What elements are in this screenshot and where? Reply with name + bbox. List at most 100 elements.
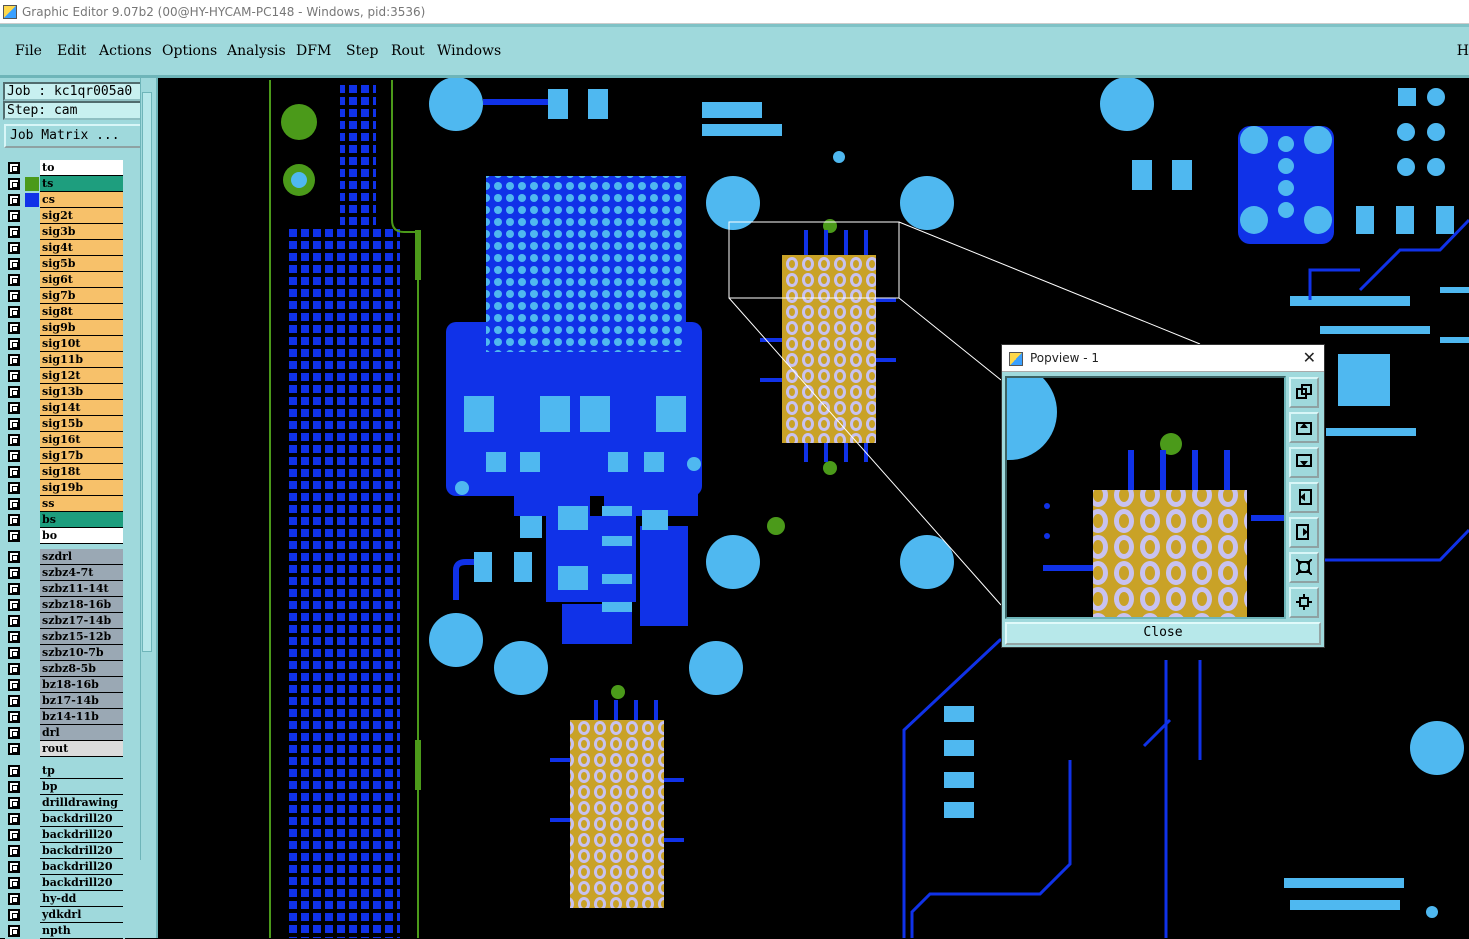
scrollbar-thumb[interactable] (142, 92, 152, 652)
layer-name[interactable]: szbz18-16b (40, 597, 123, 613)
layer-name[interactable]: sig8t (40, 304, 123, 320)
layer-row[interactable]: bo (5, 528, 125, 544)
layer-row[interactable]: ydkdrl (5, 907, 125, 923)
layer-row[interactable]: hy-dd (5, 891, 125, 907)
zoom-in-button[interactable] (1289, 552, 1319, 583)
layer-name[interactable]: drl (40, 725, 123, 741)
layer-checkbox[interactable] (8, 909, 20, 921)
layer-name[interactable]: szbz17-14b (40, 613, 123, 629)
layer-row[interactable]: szbz15-12b (5, 629, 125, 645)
layer-row[interactable]: backdrill20 (5, 827, 125, 843)
layer-checkbox[interactable] (8, 530, 20, 542)
layer-name[interactable]: backdrill20 (40, 875, 123, 891)
layer-checkbox[interactable] (8, 322, 20, 334)
layer-checkbox[interactable] (8, 210, 20, 222)
menu-step[interactable]: Step (346, 43, 378, 59)
layer-name[interactable]: rout (40, 741, 123, 757)
layer-checkbox[interactable] (8, 925, 20, 937)
layer-name[interactable]: sig16t (40, 432, 123, 448)
layer-row[interactable]: sig13b (5, 384, 125, 400)
layer-row[interactable]: ss (5, 496, 125, 512)
zoom-home-button[interactable] (1289, 377, 1319, 408)
layer-checkbox[interactable] (8, 178, 20, 190)
layer-row[interactable]: szbz11-14t (5, 581, 125, 597)
layer-checkbox[interactable] (8, 354, 20, 366)
layer-name[interactable]: backdrill20 (40, 843, 123, 859)
layer-checkbox[interactable] (8, 418, 20, 430)
layer-checkbox[interactable] (8, 781, 20, 793)
layer-checkbox[interactable] (8, 306, 20, 318)
pan-up-button[interactable] (1289, 412, 1319, 443)
layer-row[interactable]: to (5, 160, 125, 176)
menu-analysis[interactable]: Analysis (227, 43, 286, 59)
layer-name[interactable]: bz17-14b (40, 693, 123, 709)
layer-checkbox[interactable] (8, 402, 20, 414)
layer-row[interactable]: szbz10-7b (5, 645, 125, 661)
layer-name[interactable]: szbz11-14t (40, 581, 123, 597)
layer-checkbox[interactable] (8, 290, 20, 302)
layer-name[interactable]: sig4t (40, 240, 123, 256)
layer-name[interactable]: sig9b (40, 320, 123, 336)
layer-name[interactable]: drilldrawing (40, 795, 123, 811)
menu-file[interactable]: File (15, 43, 42, 59)
layer-row[interactable]: bz17-14b (5, 693, 125, 709)
layer-name[interactable]: bz14-11b (40, 709, 123, 725)
layer-checkbox[interactable] (8, 370, 20, 382)
layer-checkbox[interactable] (8, 514, 20, 526)
pan-down-button[interactable] (1289, 447, 1319, 478)
layer-checkbox[interactable] (8, 567, 20, 579)
layer-checkbox[interactable] (8, 743, 20, 755)
layer-row[interactable]: npth (5, 923, 125, 939)
layer-row[interactable]: sig15b (5, 416, 125, 432)
layer-checkbox[interactable] (8, 861, 20, 873)
layer-name[interactable]: to (40, 160, 123, 176)
layer-name[interactable]: sig2t (40, 208, 123, 224)
layer-scrollbar[interactable] (140, 78, 153, 860)
layer-checkbox[interactable] (8, 226, 20, 238)
layer-checkbox[interactable] (8, 663, 20, 675)
layer-name[interactable]: tp (40, 763, 123, 779)
layer-checkbox[interactable] (8, 386, 20, 398)
layer-row[interactable]: sig12t (5, 368, 125, 384)
layer-row[interactable]: szbz8-5b (5, 661, 125, 677)
layer-name[interactable]: szdrl (40, 549, 123, 565)
layer-name[interactable]: bo (40, 528, 123, 544)
layer-name[interactable]: szbz8-5b (40, 661, 123, 677)
layer-name[interactable]: sig17b (40, 448, 123, 464)
zoom-out-button[interactable] (1289, 587, 1319, 618)
layer-row[interactable]: sig10t (5, 336, 125, 352)
layer-row[interactable]: backdrill20 (5, 843, 125, 859)
layer-name[interactable]: sig5b (40, 256, 123, 272)
layer-checkbox[interactable] (8, 482, 20, 494)
layer-checkbox[interactable] (8, 877, 20, 889)
layer-checkbox[interactable] (8, 599, 20, 611)
layer-checkbox[interactable] (8, 679, 20, 691)
layer-name[interactable]: cs (40, 192, 123, 208)
layer-checkbox[interactable] (8, 551, 20, 563)
layer-row[interactable]: szbz4-7t (5, 565, 125, 581)
layer-checkbox[interactable] (8, 338, 20, 350)
layer-name[interactable]: sig15b (40, 416, 123, 432)
layer-name[interactable]: sig11b (40, 352, 123, 368)
layer-row[interactable]: bz14-11b (5, 709, 125, 725)
layer-row[interactable]: sig5b (5, 256, 125, 272)
layer-row[interactable]: backdrill20 (5, 811, 125, 827)
layer-row[interactable]: sig9b (5, 320, 125, 336)
layer-row[interactable]: bz18-16b (5, 677, 125, 693)
layer-checkbox[interactable] (8, 583, 20, 595)
layer-checkbox[interactable] (8, 242, 20, 254)
layer-name[interactable]: sig18t (40, 464, 123, 480)
layer-name[interactable]: backdrill20 (40, 811, 123, 827)
layer-checkbox[interactable] (8, 434, 20, 446)
layer-checkbox[interactable] (8, 450, 20, 462)
menu-actions[interactable]: Actions (99, 43, 152, 59)
layer-row[interactable]: sig11b (5, 352, 125, 368)
pan-left-button[interactable] (1289, 482, 1319, 513)
layer-checkbox[interactable] (8, 893, 20, 905)
layer-name[interactable]: sig19b (40, 480, 123, 496)
popview-canvas[interactable] (1005, 376, 1286, 619)
layer-name[interactable]: sig10t (40, 336, 123, 352)
layer-checkbox[interactable] (8, 466, 20, 478)
layer-row[interactable]: backdrill20 (5, 859, 125, 875)
layer-row[interactable]: cs (5, 192, 125, 208)
